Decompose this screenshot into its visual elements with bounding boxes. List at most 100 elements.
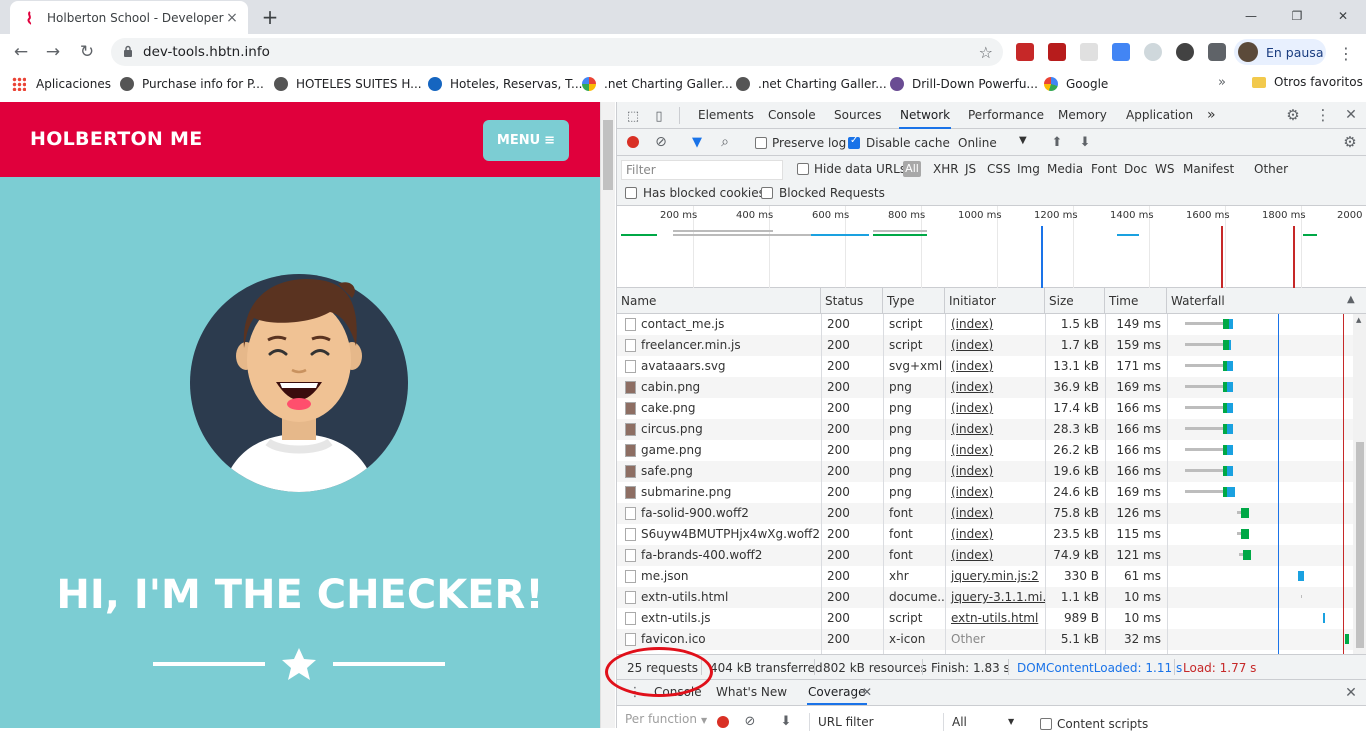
table-row[interactable]: me.json 200 xhr jquery.min.js:2 330 B 61 ms xyxy=(617,566,1353,587)
browser-menu-icon[interactable]: ⋮ xyxy=(1338,44,1354,63)
cell-initiator[interactable]: jquery-3.1.1.mi... xyxy=(947,587,1045,608)
table-row[interactable]: avataaars.svg 200 svg+xml (index) 13.1 kB 171… xyxy=(617,356,1353,377)
throttling-select[interactable]: Online xyxy=(958,136,997,150)
column-header-size[interactable]: Size xyxy=(1045,288,1105,314)
coverage-filter-select[interactable]: All xyxy=(943,713,967,731)
tab-memory[interactable]: Memory xyxy=(1057,102,1108,129)
chevron-down-icon[interactable]: ▼ xyxy=(1008,717,1014,726)
close-tab-icon[interactable]: × xyxy=(224,10,240,26)
chevron-down-icon[interactable]: ▼ xyxy=(1019,135,1027,146)
cell-initiator[interactable]: (index) xyxy=(947,335,1045,356)
forward-icon[interactable]: → xyxy=(40,39,66,65)
back-icon[interactable]: ← xyxy=(8,39,34,65)
bookmark-item[interactable]: HOTELES SUITES H... xyxy=(274,75,422,93)
column-header-status[interactable]: Status xyxy=(821,288,883,314)
page-scrollbar[interactable] xyxy=(600,102,615,728)
bookmark-item[interactable]: .net Charting Galler... xyxy=(736,75,887,93)
tab-sources[interactable]: Sources xyxy=(833,102,882,129)
bookmark-item[interactable]: Drill-Down Powerfu... xyxy=(890,75,1038,93)
url-filter-input[interactable]: URL filter xyxy=(809,713,874,731)
type-filter-img[interactable]: Img xyxy=(1017,162,1040,176)
column-header-waterfall[interactable]: Waterfall xyxy=(1167,288,1366,314)
maximize-button[interactable]: ❐ xyxy=(1274,3,1320,29)
column-header-type[interactable]: Type xyxy=(883,288,945,314)
export-har-icon[interactable]: ⬇ xyxy=(1077,134,1093,150)
profile-button[interactable]: En pausa xyxy=(1234,39,1326,65)
import-har-icon[interactable]: ⬆ xyxy=(1049,134,1065,150)
extensions-puzzle-icon[interactable] xyxy=(1208,43,1226,61)
table-row[interactable]: extn-utils.js 200 script extn-utils.html 989… xyxy=(617,608,1353,629)
clear-coverage-icon[interactable]: ⊘ xyxy=(743,714,757,729)
type-filter-media[interactable]: Media xyxy=(1047,162,1083,176)
cell-initiator[interactable]: (index) xyxy=(947,545,1045,566)
type-filter-manifest[interactable]: Manifest xyxy=(1183,162,1234,176)
cell-initiator[interactable]: (index) xyxy=(947,398,1045,419)
close-window-button[interactable]: ✕ xyxy=(1320,3,1366,29)
other-bookmarks[interactable]: Otros favoritos xyxy=(1252,75,1363,89)
cell-initiator[interactable]: (index) xyxy=(947,314,1045,335)
sort-ascending-icon[interactable]: ▲ xyxy=(1347,294,1355,305)
cell-initiator[interactable]: (index) xyxy=(947,377,1045,398)
network-overview-timeline[interactable]: 200 ms 400 ms 600 ms 800 ms 1000 ms 1200… xyxy=(617,206,1366,288)
cell-initiator[interactable]: (index) xyxy=(947,419,1045,440)
cell-initiator[interactable]: extn-utils.html xyxy=(947,608,1045,629)
extension-grid-icon[interactable] xyxy=(1080,43,1098,61)
menu-button[interactable]: MENU ≡ xyxy=(483,120,569,161)
bookmark-item[interactable]: .net Charting Galler... xyxy=(582,75,733,93)
tab-console[interactable]: Console xyxy=(767,102,817,129)
cell-initiator[interactable]: (index) xyxy=(947,440,1045,461)
type-filter-xhr[interactable]: XHR xyxy=(933,162,959,176)
table-row[interactable]: fa-brands-400.woff2 200 font (index) 74.9 kB… xyxy=(617,545,1353,566)
tab-elements[interactable]: Elements xyxy=(697,102,755,129)
type-filter-other[interactable]: Other xyxy=(1254,162,1288,176)
tab-network[interactable]: Network xyxy=(899,102,952,129)
table-row[interactable]: freelancer.min.js 200 script (index) 1.7 kB 1… xyxy=(617,335,1353,356)
table-row[interactable]: game.png 200 png (index) 26.2 kB 166 ms xyxy=(617,440,1353,461)
translate-icon[interactable] xyxy=(1112,43,1130,61)
drawer-tab-coverage[interactable]: Coverage xyxy=(807,680,867,705)
close-drawer-icon[interactable]: ✕ xyxy=(1343,685,1359,701)
close-coverage-tab-icon[interactable]: ✕ xyxy=(861,685,873,699)
type-filter-css[interactable]: CSS xyxy=(987,162,1011,176)
scrollbar-thumb[interactable] xyxy=(603,120,613,190)
address-bar[interactable]: dev-tools.hbtn.info ☆ xyxy=(111,38,1003,66)
record-icon[interactable] xyxy=(627,136,639,148)
browser-tab[interactable]: Holberton School - Developer tools × xyxy=(10,1,248,34)
more-bookmarks-icon[interactable]: » xyxy=(1218,75,1226,90)
coverage-type-select[interactable]: Per function xyxy=(625,712,697,726)
scrollbar-thumb[interactable] xyxy=(1356,442,1364,648)
table-row[interactable]: contact_me.js 200 script (index) 1.5 kB 149 m… xyxy=(617,314,1353,335)
blocked-requests-checkbox[interactable] xyxy=(761,187,773,199)
column-header-initiator[interactable]: Initiator xyxy=(945,288,1045,314)
table-row[interactable]: cabin.png 200 png (index) 36.9 kB 169 ms xyxy=(617,377,1353,398)
reload-icon[interactable]: ↻ xyxy=(74,39,100,65)
more-tabs-icon[interactable]: » xyxy=(1206,102,1217,129)
table-row[interactable]: cake.png 200 png (index) 17.4 kB 166 ms xyxy=(617,398,1353,419)
cell-initiator[interactable]: (index) xyxy=(947,356,1045,377)
chevron-down-icon[interactable]: ▼ xyxy=(701,716,707,725)
table-row[interactable]: safe.png 200 png (index) 19.6 kB 166 ms xyxy=(617,461,1353,482)
extension-pdf-icon[interactable] xyxy=(1048,43,1066,61)
column-header-name[interactable]: Name xyxy=(617,288,821,314)
extension-compass-icon[interactable] xyxy=(1144,43,1162,61)
blocked-cookies-checkbox[interactable] xyxy=(625,187,637,199)
cell-initiator[interactable]: (index) xyxy=(947,524,1045,545)
preserve-log-checkbox[interactable] xyxy=(755,137,767,149)
type-filter-doc[interactable]: Doc xyxy=(1124,162,1147,176)
bookmark-item[interactable]: Google xyxy=(1044,75,1108,93)
cell-initiator[interactable]: (index) xyxy=(947,482,1045,503)
close-devtools-icon[interactable]: ✕ xyxy=(1343,107,1359,123)
hide-data-urls-checkbox[interactable] xyxy=(797,163,809,175)
tab-application[interactable]: Application xyxy=(1125,102,1194,129)
column-header-time[interactable]: Time xyxy=(1105,288,1167,314)
cell-initiator[interactable]: (index) xyxy=(947,461,1045,482)
table-row[interactable]: S6uyw4BMUTPHjx4wXg.woff2 200 font (index) 23… xyxy=(617,524,1353,545)
table-row[interactable]: fa-solid-900.woff2 200 font (index) 75.8 kB 1… xyxy=(617,503,1353,524)
table-row[interactable]: circus.png 200 png (index) 28.3 kB 166 ms xyxy=(617,419,1353,440)
tab-performance[interactable]: Performance xyxy=(967,102,1045,129)
extension-shield-icon[interactable] xyxy=(1016,43,1034,61)
type-filter-ws[interactable]: WS xyxy=(1155,162,1174,176)
settings-gear-icon[interactable]: ⚙ xyxy=(1285,106,1301,124)
bookmark-item[interactable]: Hoteles, Reservas, T... xyxy=(428,75,583,93)
table-scrollbar[interactable]: ▲ xyxy=(1353,314,1366,654)
